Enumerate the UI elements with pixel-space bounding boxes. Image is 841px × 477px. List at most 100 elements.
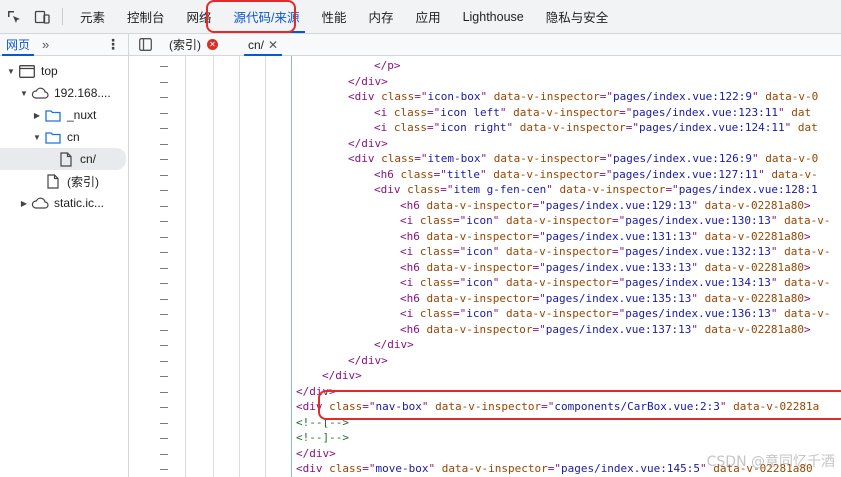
code-token: " <box>499 105 514 119</box>
folder-icon <box>44 129 62 145</box>
code-token: data-v-inspector <box>519 121 626 134</box>
code-token: =" <box>532 322 546 336</box>
code-token: <i <box>400 307 420 320</box>
top-tab-4[interactable]: 性能 <box>311 0 358 33</box>
device-toolbar-icon[interactable] <box>28 0 56 33</box>
code-token: > <box>804 291 811 305</box>
tree-item[interactable]: ▶ static.ic... <box>0 192 128 214</box>
code-token: item g-fen-cen <box>453 183 547 196</box>
code-token: <i <box>374 121 394 134</box>
top-tab-0[interactable]: 元素 <box>69 0 116 33</box>
code-line: <h6 data-v-inspector="pages/index.vue:13… <box>400 229 811 245</box>
code-token: icon <box>466 307 493 320</box>
tree-item[interactable]: ▼ top <box>0 60 128 82</box>
code-token: =" <box>611 245 626 258</box>
code-token: " <box>480 90 494 103</box>
top-tab-5[interactable]: 内存 <box>358 0 405 33</box>
editor-tab-label: (索引) <box>169 38 201 52</box>
code-token: <h6 <box>400 291 427 305</box>
close-tab-icon[interactable]: ✕ <box>268 38 278 52</box>
top-tab-6[interactable]: 应用 <box>405 0 452 33</box>
folder-icon <box>44 107 62 123</box>
code-token: class <box>419 307 453 320</box>
code-token: <h6 <box>400 322 427 336</box>
inspect-element-icon[interactable] <box>0 0 28 33</box>
more-options-icon[interactable]: ⋮ <box>106 36 120 53</box>
line-marker <box>160 376 168 377</box>
code-line: <i class="icon left" data-v-inspector="p… <box>374 105 811 121</box>
tree-item[interactable]: ▼ 192.168.... <box>0 82 128 104</box>
editor-tab-cn[interactable]: cn/ ✕ <box>240 34 286 56</box>
line-marker <box>160 112 168 114</box>
line-marker <box>160 391 168 393</box>
line-marker <box>160 267 168 269</box>
editor-tab-index[interactable]: (索引) ✕ <box>161 34 226 56</box>
tab-page[interactable]: 网页 <box>0 34 36 56</box>
collapse-arrow-icon[interactable]: ▼ <box>4 67 18 76</box>
code-token: <h6 <box>400 260 427 274</box>
code-token: > <box>804 322 811 336</box>
line-marker <box>160 314 168 315</box>
code-token: icon <box>466 214 493 227</box>
code-token: pages/index.vue:132:13 <box>625 245 771 258</box>
collapse-arrow-icon[interactable]: ▼ <box>17 89 31 98</box>
top-tab-8[interactable]: 隐私与安全 <box>535 0 620 33</box>
file-icon <box>44 173 62 189</box>
gutter-divider <box>185 56 186 477</box>
code-token: </div> <box>348 353 388 367</box>
tree-item[interactable]: cn/ <box>0 148 126 170</box>
code-token: pages/index.vue:126:9 <box>612 152 753 165</box>
tree-item[interactable]: ▶ _nuxt <box>0 104 128 126</box>
code-token: =" <box>453 245 467 258</box>
code-token: data-v-02281a80 <box>704 322 805 336</box>
editor-tab-bar: (索引) ✕ cn/ ✕ <box>129 34 841 56</box>
tree-item-label: cn/ <box>80 152 97 166</box>
code-token: <div <box>348 152 382 165</box>
code-token: pages/index.vue:137:13 <box>545 322 692 336</box>
code-token: <div <box>296 400 330 413</box>
code-token: pages/index.vue:134:13 <box>625 276 771 289</box>
top-tab-2[interactable]: 网络 <box>176 0 223 33</box>
gutter-divider <box>213 56 214 477</box>
code-token: data-v-inspector <box>506 276 612 289</box>
code-line: <i class="icon" data-v-inspector="pages/… <box>400 306 831 322</box>
code-token: nav-box <box>375 400 422 413</box>
line-marker <box>160 205 168 207</box>
code-editor[interactable]: </p> </div> <div class="icon-box" data-v-i… <box>294 56 841 477</box>
code-token: data-v-inspector <box>435 400 542 413</box>
code-token: pages/index.vue:122:9 <box>612 90 753 103</box>
code-token: " <box>492 276 506 289</box>
code-line: </div> <box>374 337 414 353</box>
code-token: data-v- <box>771 167 818 181</box>
code-token: class <box>407 183 441 196</box>
editor-gutter <box>129 56 293 477</box>
collapse-arrow-icon[interactable]: ▼ <box>30 133 44 142</box>
code-token: > <box>804 229 811 243</box>
expand-arrow-icon[interactable]: ▶ <box>17 199 31 208</box>
top-tab-3[interactable]: 源代码/来源 <box>223 0 311 33</box>
code-token: =" <box>599 90 613 103</box>
code-token: data-v- <box>784 307 831 320</box>
code-line: <h6 class="title" data-v-inspector="page… <box>374 167 818 183</box>
gutter-divider <box>265 56 266 477</box>
tree-item[interactable]: ▼ cn <box>0 126 128 148</box>
code-token: =" <box>611 307 626 320</box>
toggle-navigator-icon[interactable] <box>129 38 161 51</box>
top-tab-7[interactable]: Lighthouse <box>452 0 535 33</box>
line-marker <box>160 298 168 300</box>
tree-item[interactable]: (索引) <box>0 170 128 192</box>
code-token: pages/index.vue:124:11 <box>638 121 785 134</box>
expand-arrow-icon[interactable]: ▶ <box>30 111 44 120</box>
code-token: =" <box>433 167 447 181</box>
code-token: =" <box>665 183 679 196</box>
code-line: <i class="icon" data-v-inspector="pages/… <box>400 275 831 291</box>
code-token: =" <box>453 276 467 289</box>
line-marker <box>160 329 168 331</box>
code-token: pages/index.vue:133:13 <box>545 260 692 274</box>
top-tab-1[interactable]: 控制台 <box>116 0 176 33</box>
code-token: class <box>393 105 427 119</box>
code-line: <!--[--> <box>296 415 349 431</box>
tree-item-label: 192.168.... <box>54 86 111 100</box>
line-marker <box>160 190 168 191</box>
more-tabs-chevron-icon[interactable]: » <box>42 37 49 52</box>
